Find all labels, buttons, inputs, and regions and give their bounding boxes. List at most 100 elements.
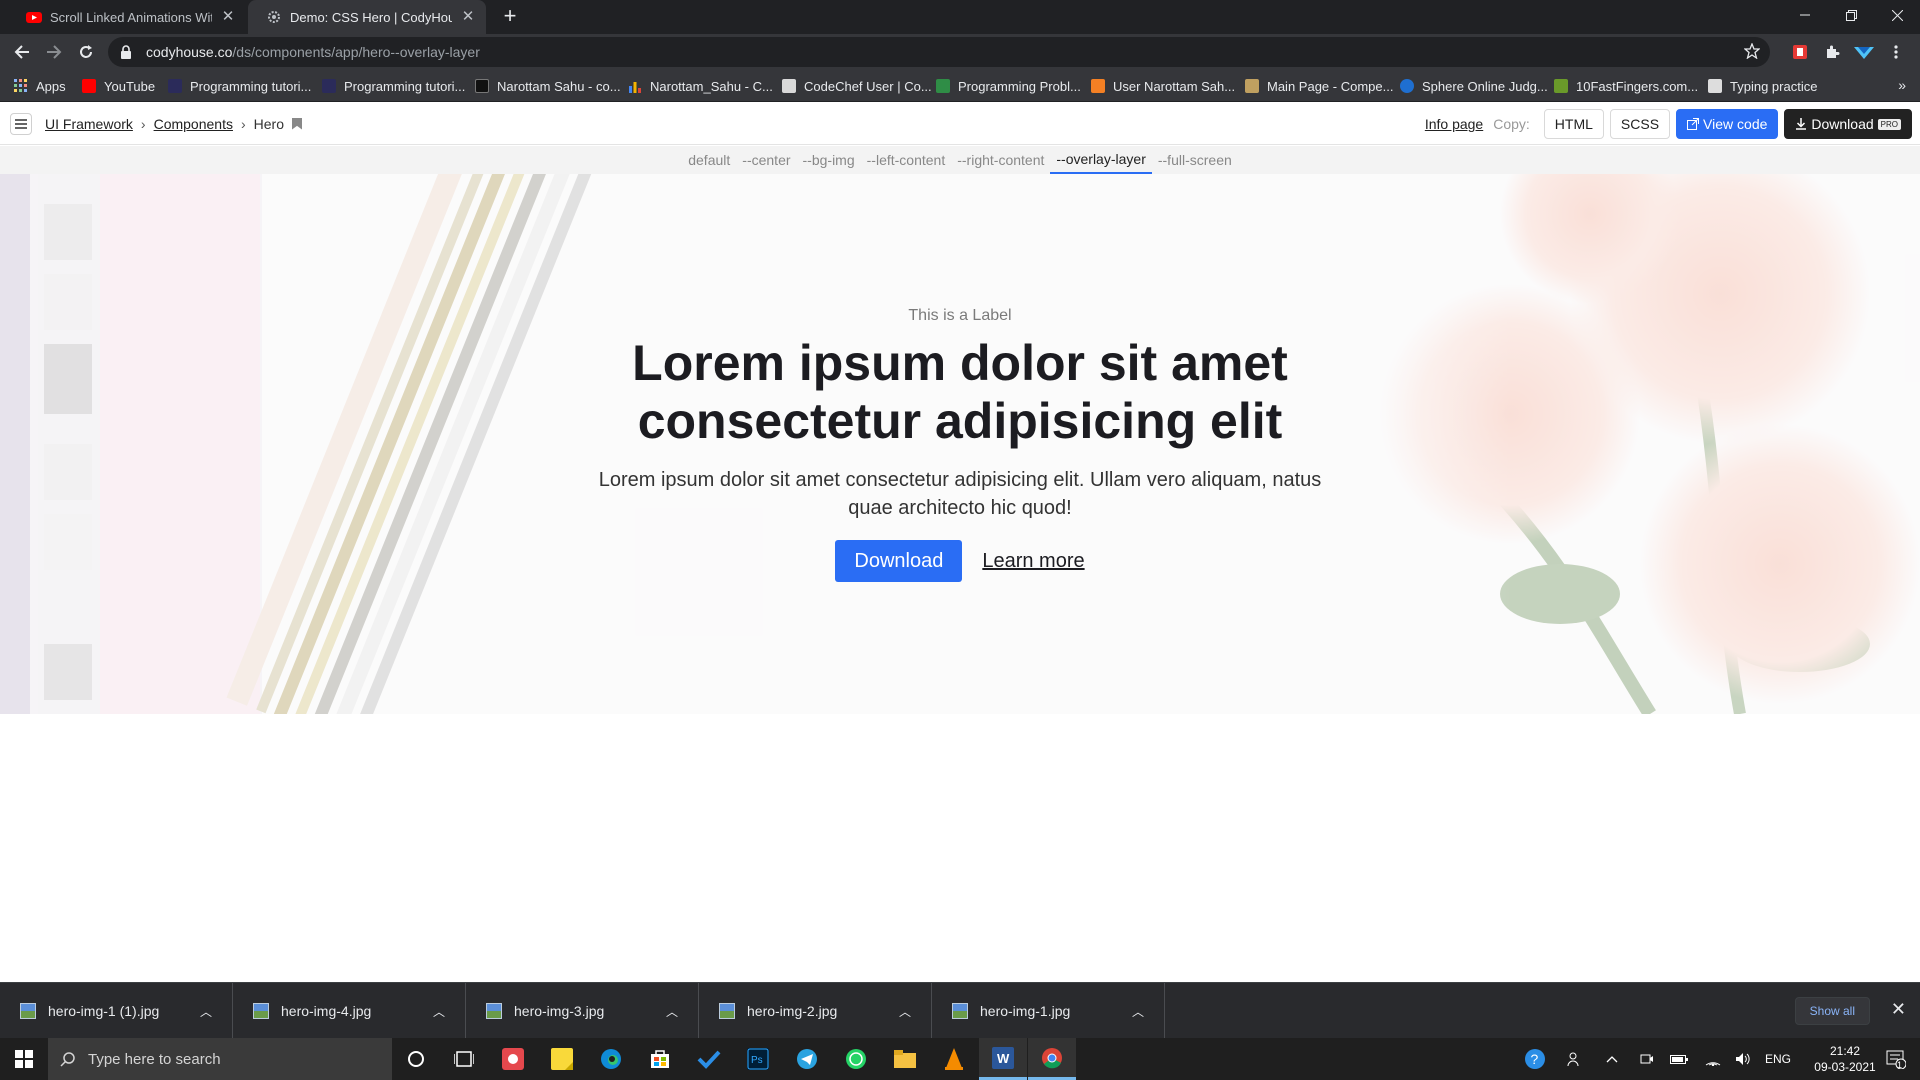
- vpn-extension-icon[interactable]: [1854, 42, 1874, 62]
- browser-tab-css-hero[interactable]: Demo: CSS Hero | CodyHouse ✕: [248, 0, 486, 34]
- image-file-icon: [486, 1003, 502, 1019]
- bookmark-label: 10FastFingers.com...: [1576, 78, 1699, 94]
- tab-title: Scroll Linked Animations With N: [50, 9, 212, 25]
- file-explorer-icon[interactable]: [881, 1038, 929, 1080]
- variant-tab-default[interactable]: default: [682, 146, 736, 174]
- hero-description: Lorem ipsum dolor sit amet consectetur a…: [598, 469, 1322, 519]
- bookmark-label: User Narottam Sah...: [1113, 78, 1236, 94]
- bookmark-youtube[interactable]: YouTube: [82, 70, 155, 102]
- menu-hamburger-icon[interactable]: [10, 113, 32, 135]
- back-arrow-icon[interactable]: [8, 38, 36, 66]
- bookmark-apps[interactable]: Apps: [14, 70, 66, 102]
- bookmark-programming-tutorials-2[interactable]: Programming tutori...: [322, 70, 465, 102]
- todo-checkmark-icon[interactable]: [685, 1038, 733, 1080]
- more-bookmarks-chevron-icon[interactable]: »: [1898, 77, 1906, 93]
- help-icon[interactable]: ?: [1518, 1038, 1552, 1080]
- download-item[interactable]: hero-img-1 (1).jpg ︿: [0, 983, 233, 1039]
- variant-tab-bg-img[interactable]: --bg-img: [797, 146, 861, 174]
- info-page-link[interactable]: Info page: [1425, 116, 1483, 132]
- sticky-notes-icon[interactable]: [538, 1038, 586, 1080]
- telegram-icon[interactable]: [783, 1038, 831, 1080]
- variant-tab-overlay-layer[interactable]: --overlay-layer: [1050, 146, 1152, 174]
- chevron-up-icon[interactable]: ︿: [200, 1003, 220, 1020]
- word-icon[interactable]: W: [979, 1038, 1027, 1080]
- notifications-icon[interactable]: 1: [1876, 1038, 1916, 1080]
- task-view-icon[interactable]: [440, 1038, 488, 1080]
- copy-scss-button[interactable]: SCSS: [1609, 109, 1671, 139]
- breadcrumb: UI Framework › Components › Hero: [45, 102, 302, 145]
- bookmark-10fastfingers[interactable]: 10FastFingers.com...: [1554, 70, 1698, 102]
- hero-download-button[interactable]: Download: [835, 540, 963, 582]
- chevron-up-icon[interactable]: ︿: [433, 1003, 453, 1020]
- cortana-icon[interactable]: [392, 1038, 440, 1080]
- variant-tab-left-content[interactable]: --left-content: [861, 146, 952, 174]
- view-code-button[interactable]: View code: [1676, 109, 1779, 139]
- browser-menu-icon[interactable]: [1886, 42, 1906, 62]
- volume-icon[interactable]: [1730, 1038, 1756, 1080]
- language-indicator[interactable]: ENG: [1760, 1038, 1796, 1080]
- battery-icon[interactable]: [1666, 1038, 1692, 1080]
- chevron-up-icon[interactable]: ︿: [666, 1003, 686, 1020]
- bookmark-sphere-online-judge[interactable]: Sphere Online Judg...: [1400, 70, 1548, 102]
- photoshop-icon[interactable]: Ps: [734, 1038, 782, 1080]
- download-item[interactable]: hero-img-3.jpg ︿: [466, 983, 699, 1039]
- breadcrumb-ui-framework[interactable]: UI Framework: [45, 116, 133, 132]
- close-icon[interactable]: ✕: [1891, 999, 1906, 1020]
- windows-start-icon[interactable]: [0, 1038, 48, 1080]
- copy-html-button[interactable]: HTML: [1543, 109, 1604, 139]
- meet-now-icon[interactable]: [1634, 1038, 1660, 1080]
- chevron-up-icon[interactable]: [1600, 1038, 1624, 1080]
- download-component-button[interactable]: Download PRO: [1784, 109, 1912, 139]
- minimize-window-button[interactable]: [1782, 0, 1828, 30]
- whatsapp-icon[interactable]: [832, 1038, 880, 1080]
- image-file-icon: [20, 1003, 36, 1019]
- bookmark-typing-practice[interactable]: Typing practice: [1708, 70, 1817, 102]
- variant-tab-right-content[interactable]: --right-content: [951, 146, 1050, 174]
- download-item[interactable]: hero-img-4.jpg ︿: [233, 983, 466, 1039]
- taskbar-search-input[interactable]: Type here to search: [48, 1038, 392, 1080]
- bookmark-programming-problems[interactable]: Programming Probl...: [936, 70, 1081, 102]
- bookmark-main-page[interactable]: Main Page - Compe...: [1245, 70, 1393, 102]
- download-filename: hero-img-2.jpg: [747, 1003, 838, 1019]
- vlc-icon[interactable]: [930, 1038, 978, 1080]
- breadcrumb-components[interactable]: Components: [154, 116, 233, 132]
- chrome-icon[interactable]: [1028, 1038, 1076, 1080]
- restore-window-button[interactable]: [1828, 0, 1874, 30]
- bookmark-star-icon[interactable]: [1744, 43, 1760, 59]
- people-icon[interactable]: [1560, 1038, 1590, 1080]
- variant-tab-full-screen[interactable]: --full-screen: [1152, 146, 1238, 174]
- chevron-up-icon[interactable]: ︿: [899, 1003, 919, 1020]
- chevron-up-icon[interactable]: ︿: [1132, 1003, 1152, 1020]
- pdf-extension-icon[interactable]: [1790, 42, 1810, 62]
- app-icon-red[interactable]: [489, 1038, 537, 1080]
- browser-tab-scroll-animations[interactable]: Scroll Linked Animations With N ✕: [8, 0, 246, 34]
- close-tab-icon[interactable]: ✕: [460, 9, 476, 25]
- search-placeholder: Type here to search: [88, 1050, 221, 1068]
- close-tab-icon[interactable]: ✕: [220, 9, 236, 25]
- windows-taskbar: Type here to search Ps W ? ENG 21:42 09-…: [0, 1038, 1920, 1080]
- bookmark-codechef[interactable]: CodeChef User | Co...: [782, 70, 932, 102]
- bookmark-programming-tutorials-1[interactable]: Programming tutori...: [168, 70, 311, 102]
- variant-tab-center[interactable]: --center: [736, 146, 796, 174]
- svg-text:?: ?: [1531, 1051, 1539, 1067]
- download-item[interactable]: hero-img-2.jpg ︿: [699, 983, 932, 1039]
- forward-arrow-icon[interactable]: [40, 38, 68, 66]
- address-bar[interactable]: codyhouse.co/ds/components/app/hero--ove…: [108, 37, 1770, 67]
- wifi-icon[interactable]: [1700, 1038, 1726, 1080]
- reload-icon[interactable]: [72, 38, 100, 66]
- download-item[interactable]: hero-img-1.jpg ︿: [932, 983, 1165, 1039]
- extensions-puzzle-icon[interactable]: [1822, 42, 1842, 62]
- bookmark-user-narottam[interactable]: User Narottam Sah...: [1091, 70, 1235, 102]
- url-host: codyhouse.co: [146, 44, 233, 60]
- close-window-button[interactable]: [1874, 0, 1920, 30]
- show-all-downloads-button[interactable]: Show all: [1794, 997, 1870, 1025]
- edge-browser-icon[interactable]: [587, 1038, 635, 1080]
- bookmark-narottam-chart[interactable]: Narottam_Sahu - C...: [628, 70, 773, 102]
- hero-learn-more-link[interactable]: Learn more: [982, 550, 1084, 573]
- bookmark-label: Narottam_Sahu - C...: [650, 78, 773, 94]
- new-tab-button[interactable]: +: [498, 5, 522, 29]
- bookmark-narottam-codeforces[interactable]: Narottam Sahu - co...: [475, 70, 621, 102]
- taskbar-clock[interactable]: 21:42 09-03-2021: [1810, 1043, 1880, 1075]
- microsoft-store-icon[interactable]: [636, 1038, 684, 1080]
- bookmark-icon[interactable]: [292, 117, 302, 130]
